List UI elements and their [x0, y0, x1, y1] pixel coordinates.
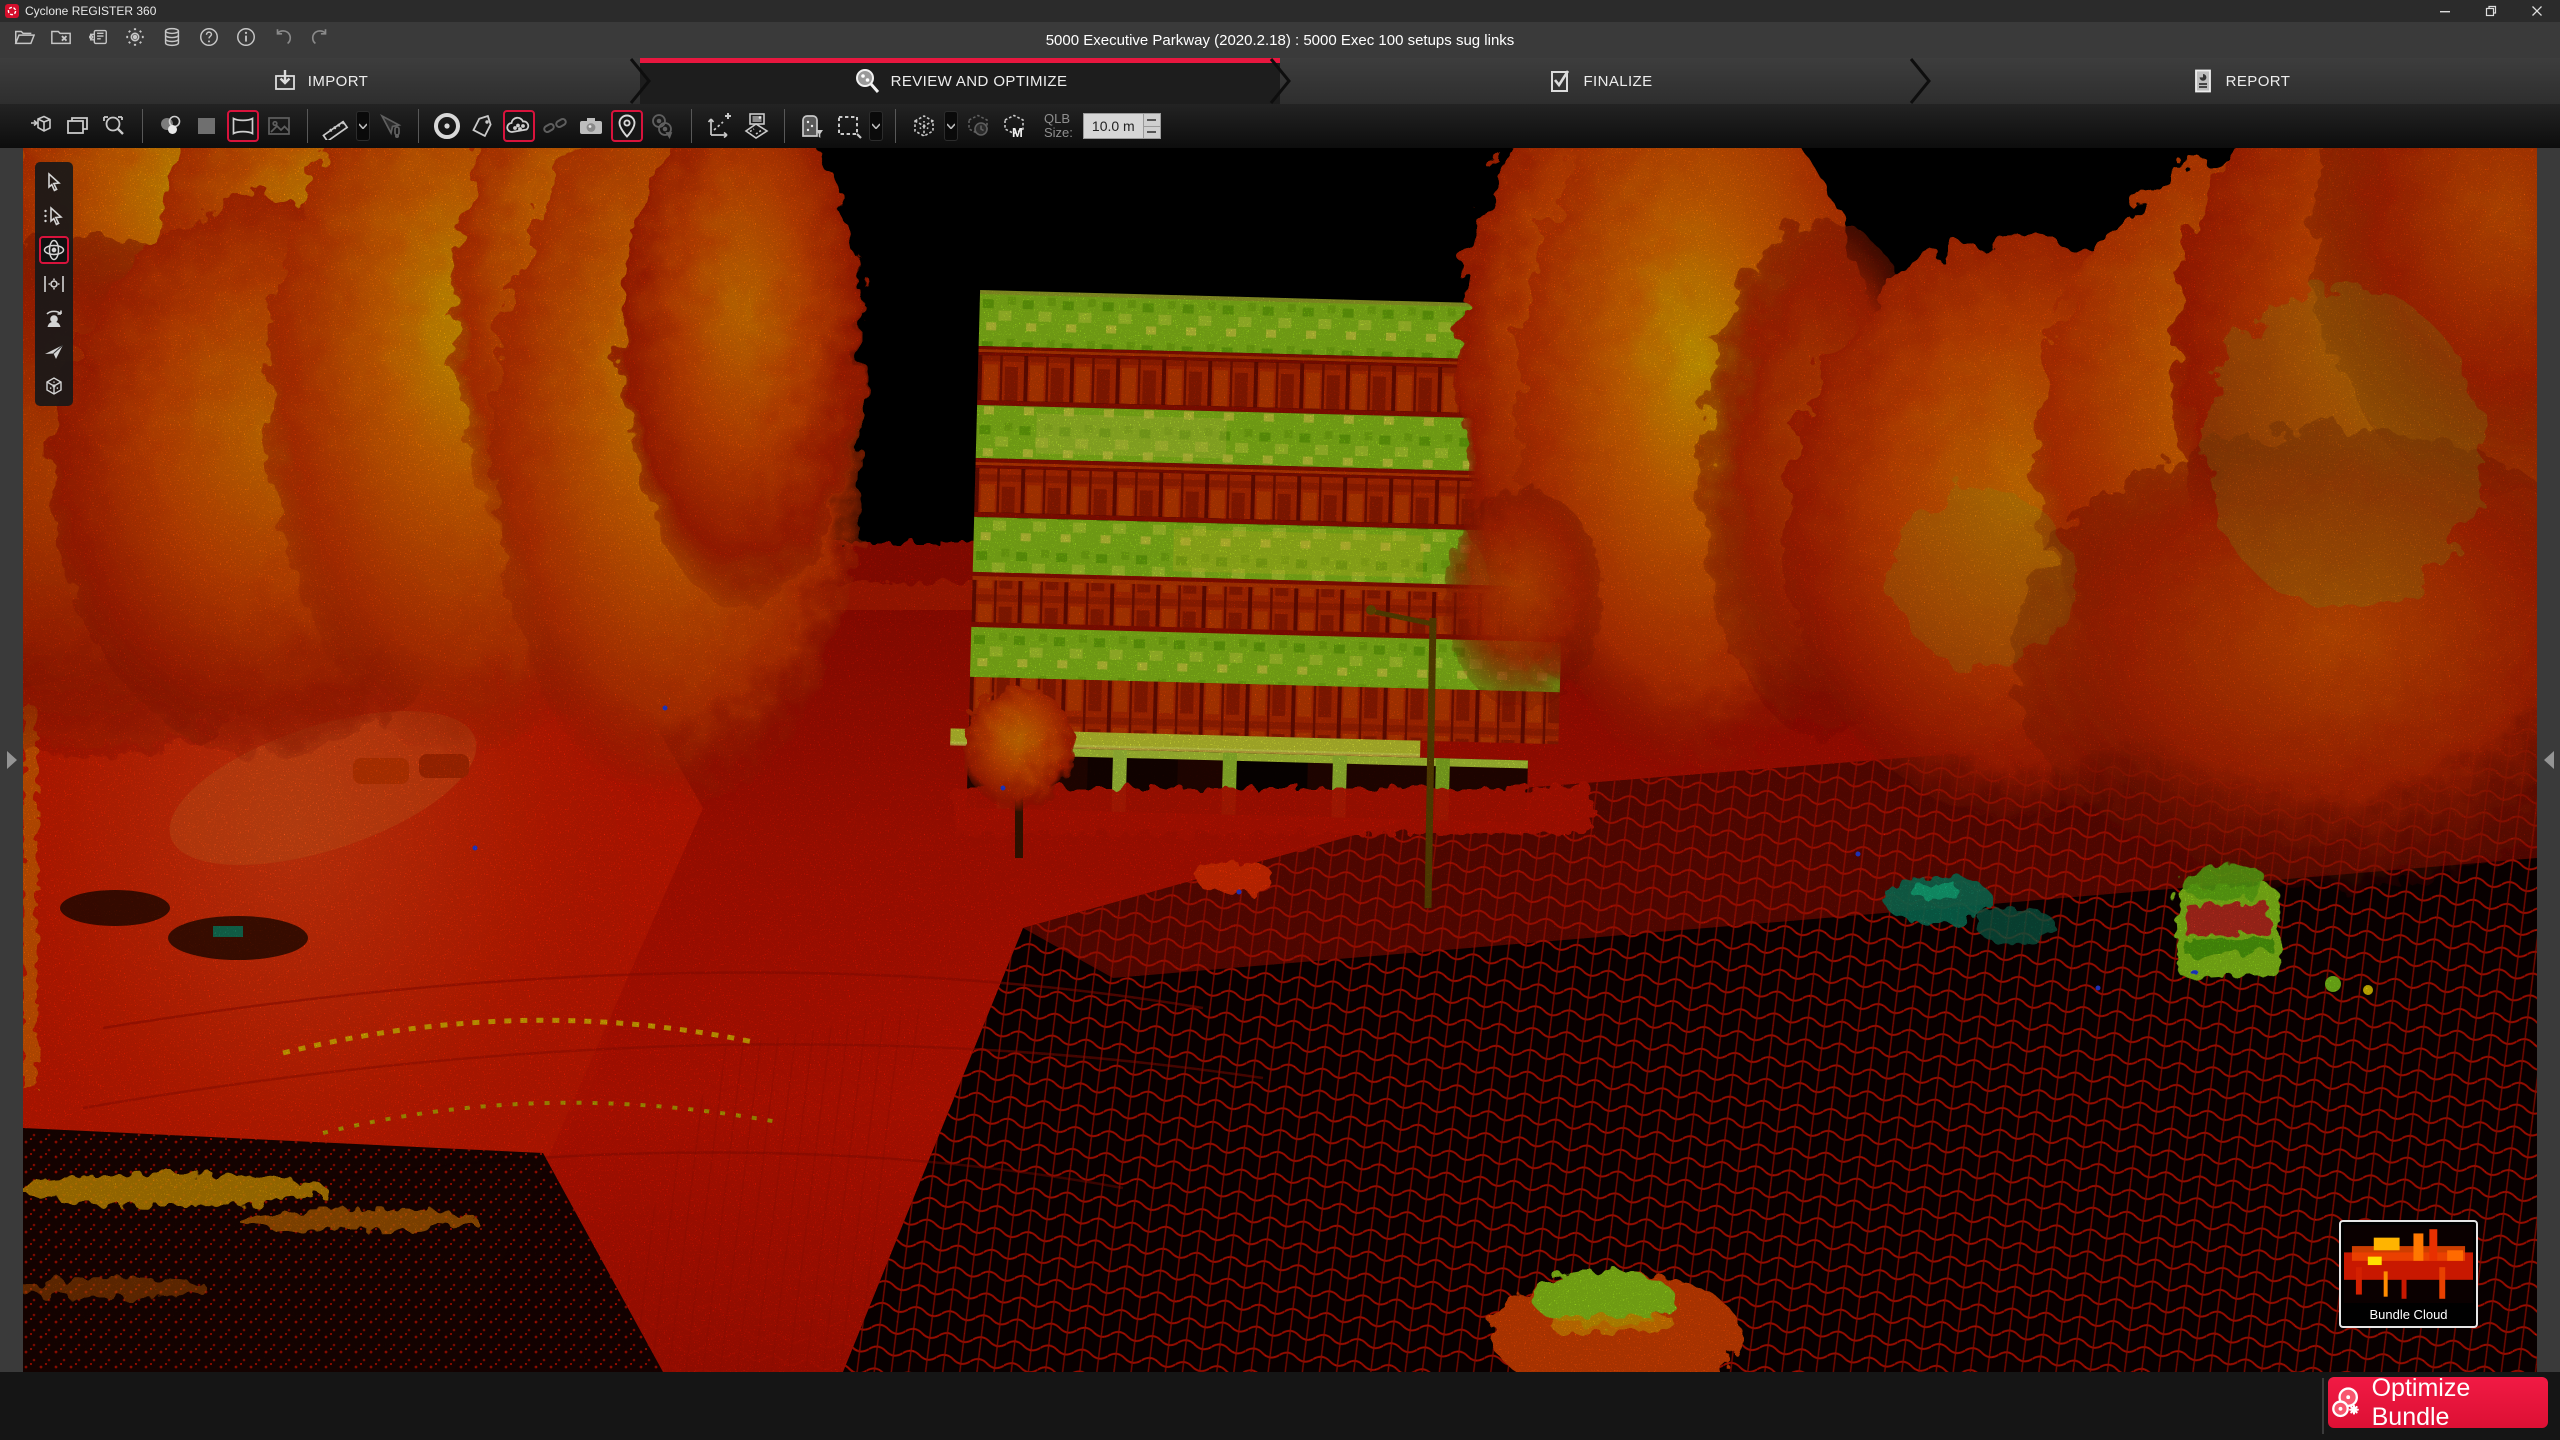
optimize-bundle-icon [2328, 1385, 2363, 1421]
limit-box-manager-button[interactable]: M [998, 110, 1030, 142]
unify-clouds-button[interactable] [26, 110, 58, 142]
tab-review-and-optimize[interactable]: REVIEW AND OPTIMIZE [640, 58, 1280, 104]
finalize-icon [1547, 68, 1573, 94]
project-title: 5000 Executive Parkway (2020.2.18) : 500… [0, 22, 2560, 58]
setup-filter-button[interactable] [797, 110, 829, 142]
look-around-tool[interactable] [39, 304, 69, 332]
limit-box-dropdown-caret[interactable] [944, 111, 958, 141]
tab-finalize-label: FINALIZE [1583, 73, 1652, 90]
toolbar-separator [784, 109, 785, 143]
point-cloud-scene[interactable] [23, 148, 2537, 1372]
tab-import-label: IMPORT [308, 73, 368, 90]
report-icon [2190, 68, 2216, 94]
flat-view-button[interactable] [191, 110, 223, 142]
restore-button[interactable] [2468, 0, 2514, 22]
qlb-map-button[interactable] [740, 110, 772, 142]
tab-report[interactable]: REPORT [1920, 58, 2560, 104]
image-view-button[interactable] [263, 110, 295, 142]
fence-select-button[interactable] [833, 110, 865, 142]
right-panel-collapsed-strip [2537, 148, 2560, 1372]
show-targets-button[interactable] [431, 110, 463, 142]
create-link-button[interactable] [539, 110, 571, 142]
view-cube-tool[interactable] [39, 372, 69, 400]
orbit-tool[interactable] [39, 236, 69, 264]
measure-dropdown-caret[interactable] [356, 111, 370, 141]
main-toolbar: M QLB Size: [0, 104, 2560, 148]
zoom-region-button[interactable] [98, 110, 130, 142]
limit-box-button[interactable] [908, 110, 940, 142]
bundle-cloud-label: Bundle Cloud [2341, 1303, 2476, 1326]
tab-finalize[interactable]: FINALIZE [1280, 58, 1920, 104]
toolbar-separator [418, 109, 419, 143]
qlb-size-increment[interactable] [1143, 113, 1161, 127]
bundle-cloud-thumbnail[interactable] [2344, 1225, 2473, 1303]
fly-tool[interactable] [39, 338, 69, 366]
import-icon [272, 68, 298, 94]
optimize-bundle-label: Optimize Bundle [2372, 1374, 2548, 1432]
review-optimize-icon [853, 67, 881, 95]
show-clouds-button[interactable] [503, 110, 535, 142]
cube-history-button[interactable] [962, 110, 994, 142]
tab-report-label: REPORT [2226, 73, 2291, 90]
os-titlebar: Cyclone REGISTER 360 [0, 0, 2560, 22]
show-labels-button[interactable] [467, 110, 499, 142]
qlb-size-label: QLB Size: [1044, 112, 1073, 139]
qlb-size-decrement[interactable] [1143, 127, 1161, 140]
show-images-button[interactable] [575, 110, 607, 142]
bottom-bar-separator [2322, 1378, 2324, 1434]
select-tool[interactable] [39, 168, 69, 196]
bundle-cloud-panel[interactable]: Bundle Cloud [2339, 1220, 2478, 1328]
color-mode-button[interactable] [155, 110, 187, 142]
expand-right-panel-arrow[interactable] [2544, 751, 2554, 769]
pan-tool[interactable] [39, 270, 69, 298]
tab-import[interactable]: IMPORT [0, 58, 640, 104]
duplicate-view-button[interactable] [62, 110, 94, 142]
expand-left-panel-arrow[interactable] [7, 751, 17, 769]
bottom-bar: Optimize Bundle [0, 1372, 2560, 1440]
window-title: Cyclone REGISTER 360 [25, 4, 156, 18]
bundle-filter-button[interactable] [647, 110, 679, 142]
scene-graphics [23, 148, 2537, 1372]
cyclone-register-360-window: { "window": { "app_title": "Cyclone REGI… [0, 0, 2560, 1440]
app-logo-icon [5, 4, 19, 18]
navigation-tool-palette [35, 162, 73, 406]
svg-text:M: M [1012, 125, 1023, 140]
minimize-button[interactable] [2422, 0, 2468, 22]
viewport: Bundle Cloud [0, 148, 2560, 1372]
toolbar-separator [895, 109, 896, 143]
toolbar-separator [307, 109, 308, 143]
toolbar-separator [142, 109, 143, 143]
show-setup-pins-button[interactable] [611, 110, 643, 142]
menu-bar: 5000 Executive Parkway (2020.2.18) : 500… [0, 22, 2560, 58]
multi-select-tool[interactable] [39, 202, 69, 230]
qlb-size-input[interactable] [1083, 113, 1143, 139]
fence-dropdown-caret[interactable] [869, 111, 883, 141]
toolbar-separator [691, 109, 692, 143]
pick-point-button[interactable] [374, 110, 406, 142]
close-button[interactable] [2514, 0, 2560, 22]
tab-review-label: REVIEW AND OPTIMIZE [891, 73, 1068, 90]
optimize-bundle-button[interactable]: Optimize Bundle [2328, 1377, 2548, 1428]
left-panel-collapsed-strip [0, 148, 23, 1372]
panorama-view-button[interactable] [227, 110, 259, 142]
apply-control-button[interactable] [704, 110, 736, 142]
workflow-tabs: IMPORT REVIEW AND OPTIMIZE FINALIZE REPO… [0, 58, 2560, 104]
measure-button[interactable] [320, 110, 352, 142]
